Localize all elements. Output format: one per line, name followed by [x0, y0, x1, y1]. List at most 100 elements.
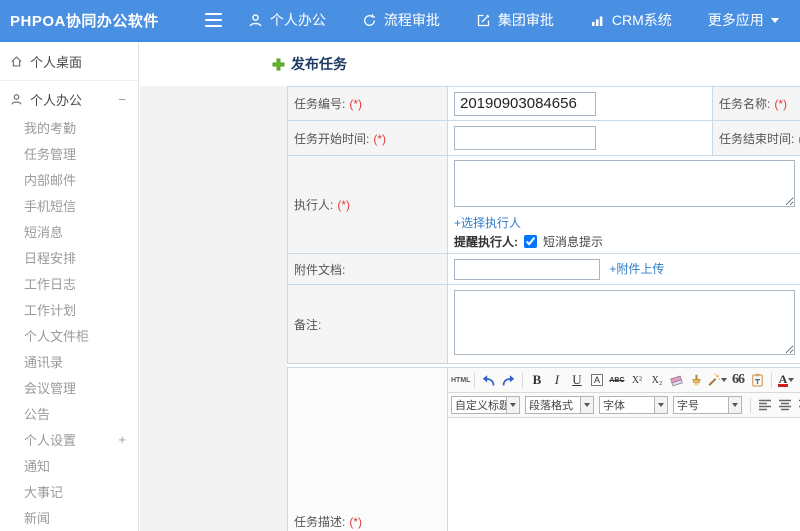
sidebar-item-announcement[interactable]: 公告 [0, 400, 138, 426]
sms-remind-checkbox[interactable] [524, 235, 537, 248]
start-time-cell [447, 120, 713, 156]
font-color-button[interactable]: A [776, 371, 795, 390]
caret-down-icon [788, 378, 795, 385]
sidebar-item-task-management[interactable]: 任务管理 [0, 140, 138, 166]
nav-item-crm-system[interactable]: CRM系统 [590, 10, 672, 30]
sidebar-item-contacts[interactable]: 通讯录 [0, 348, 138, 374]
process-icon [362, 13, 377, 28]
paste-word-button[interactable] [748, 371, 767, 390]
main-content: 发布任务 任务编号:(*) 任务名称:(*) 任务开始时间:(*) [140, 42, 800, 531]
start-time-label: 任务开始时间: (*) [287, 120, 448, 156]
task-name-label: 任务名称: (*) [712, 86, 800, 121]
format-brush-button[interactable] [687, 371, 706, 390]
eraser-button[interactable] [667, 371, 686, 390]
task-form-table: 任务编号:(*) 任务名称:(*) 任务开始时间:(*) 任务结束时间:(*) [287, 86, 800, 364]
nav-item-group-approval[interactable]: 集团审批 [476, 10, 554, 30]
blockquote-button[interactable]: 66 [728, 371, 747, 390]
auto-typeset-button[interactable] [707, 371, 728, 390]
sidebar-item-personal-file-cabinet[interactable]: 个人文件柜 [0, 322, 138, 348]
executor-label: 执行人: (*) [287, 155, 448, 254]
sidebar-item-news[interactable]: 新闻 [0, 504, 138, 530]
nav-item-label: 更多应用 [707, 12, 764, 28]
nav-item-personal-office[interactable]: 个人办公 [248, 10, 326, 30]
custom-title-select-arrow[interactable] [507, 396, 520, 414]
align-right-button[interactable] [795, 396, 800, 415]
clipboard-icon [751, 373, 764, 387]
start-time-input[interactable] [454, 126, 596, 150]
sidebar-item-my-attendance[interactable]: 我的考勤 [0, 114, 138, 140]
sidebar-item-notice[interactable]: 通知 [0, 452, 138, 478]
caret-down-icon [658, 403, 664, 410]
custom-title-select[interactable]: 自定义标题 [451, 396, 520, 414]
paragraph-format-select-arrow[interactable] [581, 396, 594, 414]
html-source-button[interactable]: HTML [451, 371, 470, 390]
sidebar-item-short-message[interactable]: 短消息 [0, 218, 138, 244]
editor-canvas[interactable] [448, 418, 800, 531]
expand-icon[interactable]: + [118, 432, 126, 447]
remind-row: 提醒执行人: 短消息提示 [454, 233, 800, 250]
sidebar-item-label: 工作计划 [24, 302, 77, 318]
blockquote-button-label: 66 [731, 372, 745, 387]
editor-toolbar-row1: HTML B I U A ABC X² X₂ 66 A [448, 368, 800, 393]
task-number-input[interactable] [454, 91, 596, 116]
redo-button[interactable] [499, 371, 518, 390]
remark-textarea[interactable] [454, 290, 795, 355]
executor-cell: +选择执行人 提醒执行人: 短消息提示 [447, 155, 800, 254]
subscript-button[interactable]: X₂ [647, 371, 666, 390]
font-size-select[interactable]: 字号 [673, 396, 742, 414]
user-icon [10, 93, 23, 106]
top-nav: 个人办公 流程审批 集团审批 CRM系统 更多应用 [248, 10, 779, 30]
table-row: 备注: [287, 284, 800, 364]
collapse-icon[interactable]: − [118, 92, 126, 107]
font-size-select-arrow[interactable] [729, 396, 742, 414]
italic-button[interactable]: I [547, 371, 566, 390]
strikethrough-button[interactable]: ABC [607, 371, 626, 390]
bold-button[interactable]: B [527, 371, 546, 390]
sidebar-item-label: 新闻 [24, 510, 51, 526]
choose-executor-link[interactable]: +选择执行人 [454, 214, 521, 231]
table-row: 任务开始时间:(*) 任务结束时间:(*) [287, 120, 800, 156]
align-center-button[interactable] [775, 396, 794, 415]
executor-textarea[interactable] [454, 160, 795, 207]
task-form: 任务编号:(*) 任务名称:(*) 任务开始时间:(*) 任务结束时间:(*) [287, 86, 800, 531]
attachment-upload-link[interactable]: +附件上传 [609, 260, 664, 277]
attachment-label: 附件文档: [287, 253, 448, 285]
strikethrough-button-label: ABC [609, 376, 625, 384]
underline-button[interactable]: U [567, 371, 586, 390]
menu-toggle-icon[interactable] [204, 13, 222, 27]
paragraph-format-select[interactable]: 段落格式 [525, 396, 594, 414]
sidebar: 个人桌面个人办公 − 我的考勤任务管理 内部邮件 手机短信短消息日程安排 工作日志工作计划… [0, 42, 139, 531]
font-family-select-arrow[interactable] [655, 396, 668, 414]
sidebar-item-memorabilia[interactable]: 大事记 [0, 478, 138, 504]
attachment-input[interactable] [454, 258, 600, 280]
toolbar-separator [771, 372, 773, 388]
sidebar-item-meeting-management[interactable]: 会议管理 [0, 374, 138, 400]
sidebar-item-personal-desktop[interactable]: 个人桌面 [0, 46, 138, 76]
editor-toolbar-row2: 自定义标题 段落格式 字体 字号 [448, 393, 800, 418]
sidebar-item-label: 短消息 [24, 224, 64, 240]
toolbar-separator [750, 397, 751, 413]
font-border-button[interactable]: A [587, 371, 606, 390]
sidebar-item-mobile-sms[interactable]: 手机短信 [0, 192, 138, 218]
align-left-button[interactable] [755, 396, 774, 415]
remind-label: 提醒执行人: [454, 235, 518, 249]
sidebar-item-label: 大事记 [24, 484, 64, 500]
italic-button-label: I [554, 372, 560, 387]
eraser-icon [669, 374, 684, 387]
font-color-button-label: A [777, 371, 789, 387]
sidebar-item-label: 我的考勤 [24, 120, 77, 136]
sidebar-item-internal-mail[interactable]: 内部邮件 [0, 166, 138, 192]
nav-item-more-apps[interactable]: 更多应用 [708, 10, 779, 30]
superscript-button[interactable]: X² [627, 371, 646, 390]
sidebar-item-work-log[interactable]: 工作日志 [0, 270, 138, 296]
nav-item-workflow-approval[interactable]: 流程审批 [362, 10, 440, 30]
select-value: 自定义标题 [451, 396, 507, 414]
sidebar-item-schedule[interactable]: 日程安排 [0, 244, 138, 270]
sidebar-divider [0, 80, 138, 81]
undo-button[interactable] [479, 371, 498, 390]
font-family-select[interactable]: 字体 [599, 396, 668, 414]
sidebar-item-personal-office[interactable]: 个人办公 − [0, 84, 138, 114]
sidebar-item-personal-settings[interactable]: 个人设置 + [0, 426, 138, 452]
home-icon [10, 55, 23, 68]
sidebar-item-work-plan[interactable]: 工作计划 [0, 296, 138, 322]
